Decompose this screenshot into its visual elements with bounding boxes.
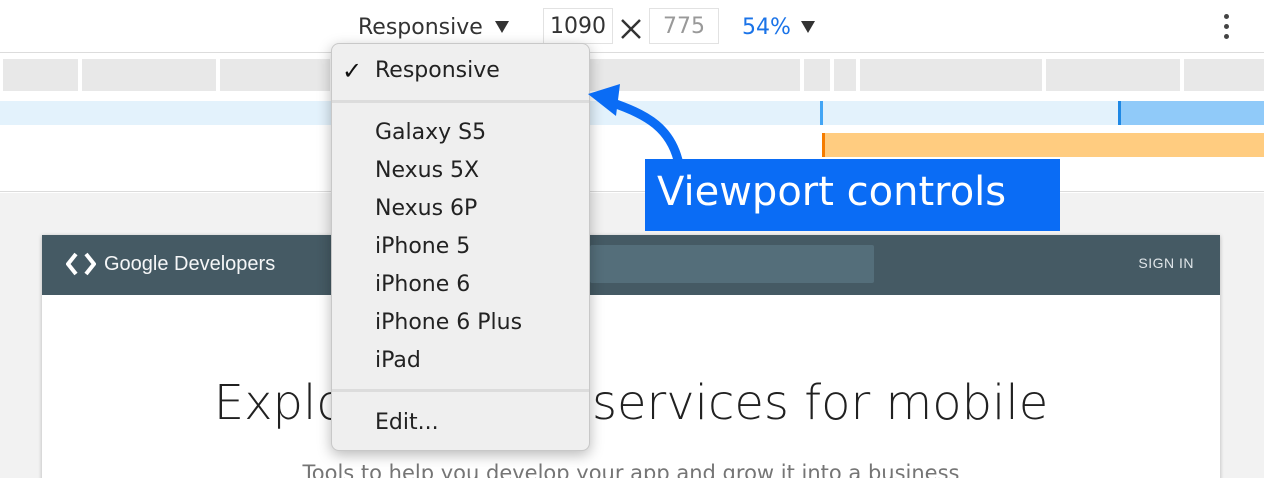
media-query-bar-mid[interactable]	[820, 101, 1118, 125]
device-dropdown-label: Responsive	[358, 14, 483, 40]
arrow-icon	[588, 84, 683, 165]
hero-title: Explore Google services for mobile	[213, 375, 1049, 431]
logo-text: Google Developers	[104, 252, 276, 275]
device-preset-segment[interactable]	[1046, 59, 1180, 91]
device-toolbar: Responsive 1090 775 54%	[0, 0, 1264, 52]
device-dropdown[interactable]: Responsive	[358, 10, 509, 44]
chevron-down-icon	[494, 21, 509, 33]
menu-item-iphone-5[interactable]: iPhone 5	[332, 229, 589, 265]
device-preset-segment[interactable]	[860, 59, 1042, 91]
device-preset-segment[interactable]	[1184, 59, 1264, 91]
menu-item-edit[interactable]: Edit...	[332, 405, 589, 441]
menu-item-iphone-6-plus[interactable]: iPhone 6 Plus	[332, 305, 589, 341]
zoom-label: 54%	[742, 14, 791, 40]
device-preset-segment[interactable]	[82, 59, 216, 91]
times-icon	[621, 19, 641, 39]
menu-item-nexus-6p[interactable]: Nexus 6P	[332, 191, 589, 227]
media-query-bar-min-width[interactable]	[1118, 101, 1264, 125]
menu-item-responsive[interactable]: ✓ Responsive	[332, 53, 589, 89]
device-preset-segment[interactable]	[804, 59, 830, 91]
menu-divider	[332, 389, 589, 392]
check-icon: ✓	[342, 57, 363, 85]
menu-divider	[332, 100, 589, 103]
site-search-input[interactable]	[590, 245, 874, 283]
menu-item-label: Responsive	[375, 58, 500, 83]
menu-item-iphone-6[interactable]: iPhone 6	[332, 267, 589, 303]
media-query-bar-max-width[interactable]	[822, 133, 1264, 157]
device-menu: ✓ Responsive Galaxy S5 Nexus 5X Nexus 6P…	[331, 43, 590, 451]
annotation-callout: Viewport controls	[645, 159, 1060, 231]
device-preset-segment[interactable]	[220, 59, 330, 91]
hero-subtitle: Tools to help you develop your app and g…	[302, 461, 960, 478]
site-logo[interactable]: Google Developers	[66, 251, 275, 277]
device-canvas: Google Developers SIGN IN Explore Google…	[0, 193, 1264, 478]
menu-item-ipad[interactable]: iPad	[332, 343, 589, 379]
more-options-icon[interactable]	[1216, 10, 1236, 44]
site-header: Google Developers SIGN IN	[42, 235, 1220, 295]
emulated-viewport: Google Developers SIGN IN Explore Google…	[42, 235, 1220, 478]
device-preset-segment[interactable]	[3, 59, 78, 91]
menu-item-galaxy-s5[interactable]: Galaxy S5	[332, 115, 589, 151]
device-preset-segment[interactable]	[834, 59, 856, 91]
viewport-height-input[interactable]: 775	[649, 8, 719, 44]
google-developers-logo-icon	[66, 252, 96, 276]
zoom-dropdown[interactable]: 54%	[742, 10, 815, 44]
menu-item-nexus-5x[interactable]: Nexus 5X	[332, 153, 589, 189]
viewport-width-input[interactable]: 1090	[543, 8, 613, 44]
annotation-label: Viewport controls	[657, 169, 1007, 215]
chevron-down-icon	[800, 21, 815, 33]
sign-in-link[interactable]: SIGN IN	[1138, 255, 1194, 271]
